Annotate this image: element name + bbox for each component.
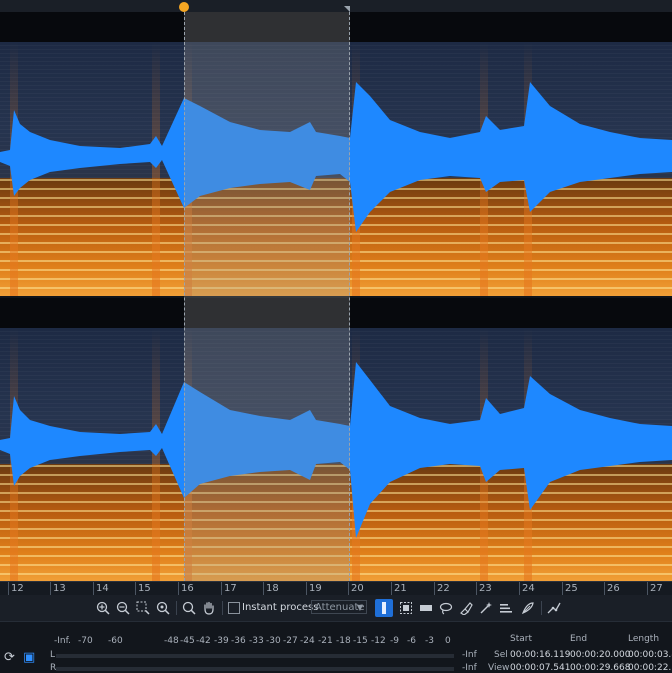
meter-scale-label: -48 bbox=[164, 636, 179, 646]
meter-scale-label: -30 bbox=[266, 636, 281, 646]
meter-left-label: L bbox=[50, 650, 56, 660]
magic-wand-icon[interactable] bbox=[477, 599, 495, 617]
toolbar-separator bbox=[176, 601, 177, 615]
meter-scale-label: -24 bbox=[300, 636, 315, 646]
ruler-tick: 26 bbox=[604, 582, 620, 596]
meter-scale-label: -39 bbox=[214, 636, 229, 646]
ruler-tick: 24 bbox=[519, 582, 535, 596]
column-header-start: Start bbox=[510, 634, 532, 644]
toolbar-separator bbox=[222, 601, 223, 615]
brush-icon[interactable] bbox=[457, 599, 475, 617]
ruler-tick: 15 bbox=[135, 582, 151, 596]
meter-scale-label: -70 bbox=[78, 636, 93, 646]
loop-icon[interactable]: ⟳ bbox=[4, 650, 15, 665]
lasso-brush-icon[interactable] bbox=[519, 599, 537, 617]
meter-scale-label: -60 bbox=[108, 636, 123, 646]
toolbar-separator bbox=[541, 601, 542, 615]
ruler-tick: 27 bbox=[647, 582, 663, 596]
zoom-in-icon[interactable] bbox=[94, 599, 112, 617]
meter-scale-label: -6 bbox=[407, 636, 416, 646]
ruler-tick: 22 bbox=[434, 582, 450, 596]
process-mode-dropdown[interactable]: Attenuate ▼ bbox=[311, 600, 367, 614]
ruler-tick: 21 bbox=[391, 582, 407, 596]
meter-scale-label: -Inf. bbox=[54, 636, 71, 646]
meter-scale-label: -27 bbox=[283, 636, 298, 646]
meter-scale-label: -15 bbox=[353, 636, 368, 646]
ruler-tick: 13 bbox=[50, 582, 66, 596]
harmonic-selection-icon[interactable] bbox=[497, 599, 515, 617]
ruler-tick: 17 bbox=[221, 582, 237, 596]
instant-process-label[interactable]: Instant process bbox=[242, 600, 318, 615]
ruler-tick: 14 bbox=[93, 582, 109, 596]
pen-curve-icon[interactable] bbox=[545, 599, 563, 617]
time-selection-icon[interactable] bbox=[375, 599, 393, 617]
meter-scale-label: -21 bbox=[318, 636, 333, 646]
instant-process-checkbox[interactable] bbox=[228, 602, 240, 614]
follow-playback-icon[interactable]: ▣ bbox=[23, 650, 35, 665]
meter-scale-label: 0 bbox=[445, 636, 451, 646]
magnify-icon[interactable] bbox=[180, 599, 198, 617]
selection-length-value[interactable]: 00:00:03.88 bbox=[628, 650, 672, 660]
selection-end-handle[interactable] bbox=[344, 6, 350, 12]
meter-right-bar bbox=[56, 667, 454, 671]
selection-handle-strip[interactable] bbox=[0, 0, 672, 12]
ruler-tick: 18 bbox=[263, 582, 279, 596]
meter-scale-label: -18 bbox=[336, 636, 351, 646]
column-header-length: Length bbox=[628, 634, 660, 644]
hand-icon[interactable] bbox=[200, 599, 218, 617]
ruler-tick: 12 bbox=[8, 582, 24, 596]
ruler-tick: 19 bbox=[306, 582, 322, 596]
meter-left-value: -Inf bbox=[462, 650, 477, 660]
ruler-tick: 20 bbox=[348, 582, 364, 596]
meter-left-bar bbox=[56, 654, 454, 658]
meter-scale-label: -42 bbox=[196, 636, 211, 646]
lasso-icon[interactable] bbox=[437, 599, 455, 617]
time-selection[interactable] bbox=[184, 12, 350, 581]
ruler-tick: 16 bbox=[178, 582, 194, 596]
meter-scale-label: -3 bbox=[425, 636, 434, 646]
meter-scale-label: -12 bbox=[371, 636, 386, 646]
column-header-end: End bbox=[570, 634, 588, 644]
ruler-tick: 25 bbox=[562, 582, 578, 596]
meter-scale-label: -45 bbox=[180, 636, 195, 646]
selection-start-marker[interactable] bbox=[179, 2, 189, 12]
zoom-selection-icon[interactable] bbox=[134, 599, 152, 617]
ruler-tick: 23 bbox=[476, 582, 492, 596]
spectrogram-editor[interactable] bbox=[0, 0, 672, 581]
transport-icons: ⟳ ▣ bbox=[4, 650, 39, 665]
meter-scale-label: -36 bbox=[231, 636, 246, 646]
frequency-selection-icon[interactable] bbox=[417, 599, 435, 617]
zoom-out-icon[interactable] bbox=[114, 599, 132, 617]
zoom-fit-icon[interactable] bbox=[154, 599, 172, 617]
row-label-selection: Sel bbox=[494, 650, 508, 660]
meter-scale-label: -33 bbox=[249, 636, 264, 646]
selection-start-value[interactable]: 00:00:16.119 bbox=[510, 650, 570, 660]
time-frequency-selection-icon[interactable] bbox=[397, 599, 415, 617]
selection-end-value[interactable]: 00:00:20.000 bbox=[570, 650, 630, 660]
meter-scale-label: -9 bbox=[390, 636, 399, 646]
time-ruler[interactable]: 12 13 14 15 16 17 18 19 20 21 22 23 24 2… bbox=[0, 581, 672, 596]
chevron-down-icon: ▼ bbox=[356, 603, 363, 612]
